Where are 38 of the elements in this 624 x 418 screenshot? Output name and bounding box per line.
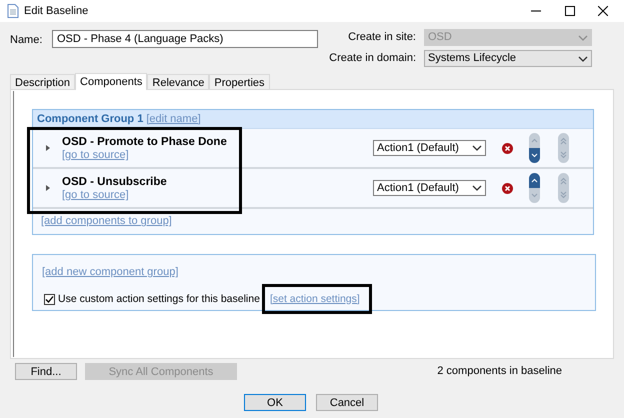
sync-button: Sync All Components — [85, 363, 237, 380]
expand-arrow-icon[interactable] — [46, 185, 50, 191]
document-icon — [7, 4, 19, 18]
status-text: 2 components in baseline — [437, 364, 562, 380]
tab[interactable]: Properties — [209, 74, 270, 89]
move-up-down-icon[interactable] — [529, 133, 540, 163]
tab[interactable]: Description — [10, 74, 76, 89]
cancel-button[interactable]: Cancel — [316, 394, 378, 411]
window-title: Edit Baseline — [24, 4, 88, 19]
group-title: Component Group 1 — [37, 112, 144, 127]
close-icon[interactable] — [598, 6, 608, 16]
move-up-down-icon[interactable] — [529, 173, 540, 203]
checkbox[interactable] — [44, 294, 55, 305]
chevron-down-icon — [578, 56, 588, 62]
remove-icon[interactable] — [502, 182, 513, 194]
component-name: OSD - Unsubscribe — [62, 175, 167, 189]
tab[interactable]: Components — [75, 73, 148, 90]
maximize-icon[interactable] — [565, 6, 575, 16]
move-top-bottom-icon — [558, 173, 569, 203]
action-dropdown[interactable]: Action1 (Default) — [373, 140, 486, 156]
component-name: OSD - Promote to Phase Done — [62, 135, 227, 149]
find-button[interactable]: Find... — [15, 363, 77, 380]
checkbox-label: Use custom action settings for this baseline — [58, 292, 260, 306]
chevron-down-icon — [578, 34, 588, 40]
dropdown: OSD — [424, 29, 592, 46]
field-label: Create in site: — [348, 30, 416, 46]
field-label: Name: — [10, 33, 44, 48]
ok-button[interactable]: OK — [244, 394, 306, 411]
remove-icon[interactable] — [502, 142, 513, 154]
chevron-down-icon — [472, 185, 482, 191]
action-dropdown[interactable]: Action1 (Default) — [373, 180, 486, 196]
chevron-down-icon — [472, 145, 482, 151]
move-top-bottom-icon — [558, 133, 569, 163]
dropdown[interactable]: Systems Lifecycle — [424, 50, 592, 67]
expand-arrow-icon[interactable] — [46, 145, 50, 151]
field-label: Create in domain: — [329, 51, 416, 66]
tab[interactable]: Relevance — [147, 74, 210, 89]
name-field[interactable]: OSD - Phase 4 (Language Packs) — [52, 30, 318, 48]
